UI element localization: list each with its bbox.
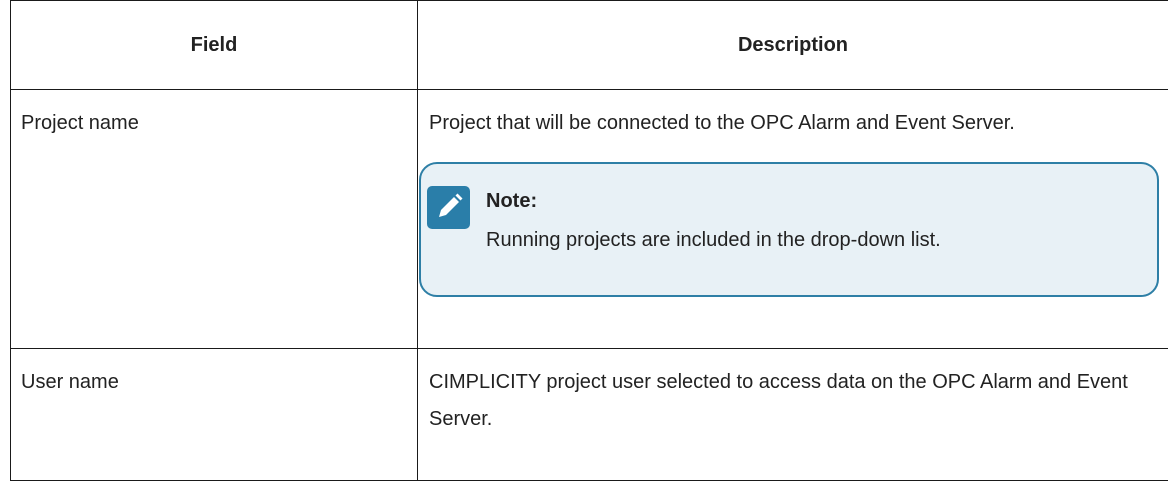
- table-header-row: Field Description: [11, 1, 1168, 90]
- field-cell: Project name: [11, 90, 418, 349]
- field-column-header: Field: [11, 1, 418, 90]
- description-cell: Project that will be connected to the OP…: [418, 90, 1168, 349]
- pencil-note-icon: [427, 186, 470, 229]
- note-callout: Note: Running projects are included in t…: [419, 162, 1159, 297]
- field-cell: User name: [11, 349, 418, 481]
- description-column-header: Description: [418, 1, 1168, 90]
- description-text: Project that will be connected to the OP…: [429, 105, 1149, 142]
- description-cell: CIMPLICITY project user selected to acce…: [418, 349, 1168, 481]
- table-row: Project name Project that will be connec…: [11, 90, 1168, 349]
- note-text: Running projects are included in the dro…: [486, 222, 941, 259]
- description-text: CIMPLICITY project user selected to acce…: [429, 364, 1164, 438]
- field-description-table: Field Description Project name Project t…: [10, 0, 1168, 481]
- note-title: Note:: [486, 183, 537, 220]
- table-row: User name CIMPLICITY project user select…: [11, 349, 1168, 481]
